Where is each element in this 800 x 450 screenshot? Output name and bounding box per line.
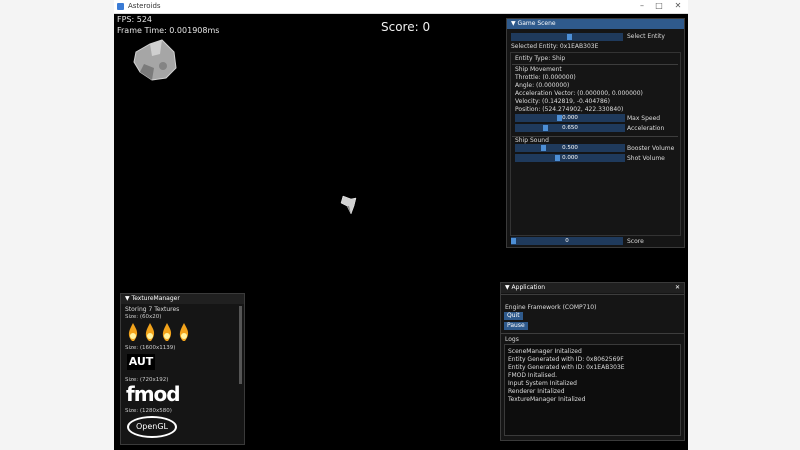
log-line: Entity Generated with ID: 0x8062569F: [508, 356, 624, 363]
booster-volume-slider[interactable]: 0.500: [515, 144, 625, 152]
texture-manager-panel: ▼ TextureManager Storing 7 Textures Size…: [120, 293, 245, 445]
flame-texture: [128, 323, 189, 341]
max-speed-value: 0.000: [562, 115, 578, 121]
triangle-down-icon[interactable]: ▼: [125, 295, 130, 302]
velocity-text: Velocity: (0.142819, -0.404786): [515, 98, 610, 105]
game-scene-panel: ▼ Game Scene Select Entity Selected Enti…: [506, 18, 685, 248]
acceleration-label: Acceleration: [627, 125, 665, 132]
ship-sound-heading: Ship Sound: [515, 137, 549, 144]
application-title: Application: [511, 284, 546, 291]
texture-manager-header[interactable]: ▼ TextureManager: [121, 294, 244, 304]
game-viewport[interactable]: FPS: 524 Frame Time: 0.001908ms Score: 0…: [114, 14, 688, 450]
app-icon: [117, 3, 124, 10]
divider: [501, 294, 684, 295]
acceleration-slider[interactable]: 0.650: [515, 124, 625, 132]
title-bar: Asteroids – □ ✕: [114, 0, 688, 14]
booster-volume-label: Booster Volume: [627, 145, 675, 152]
log-line: SceneManager Initalized: [508, 348, 582, 355]
log-line: Entity Generated with ID: 0x1EAB303E: [508, 364, 625, 371]
angle-text: Angle: (0.000000): [515, 82, 570, 89]
engine-framework-text: Engine Framework (COMP710): [505, 304, 597, 311]
game-scene-header[interactable]: ▼ Game Scene: [507, 19, 684, 29]
max-speed-slider[interactable]: 0.000: [515, 114, 625, 122]
application-panel: ▼ Application ✕ Engine Framework (COMP71…: [500, 282, 685, 441]
storing-textures-text: Storing 7 Textures: [125, 306, 180, 313]
entity-type-text: Entity Type: Ship: [515, 55, 566, 62]
aut-logo-texture: AUT: [127, 354, 155, 370]
log-line: FMOD Initalised.: [508, 372, 558, 379]
acceleration-value: 0.650: [562, 125, 578, 131]
score-label: Score: [627, 238, 644, 245]
scrollbar[interactable]: [239, 306, 242, 384]
texture-size-text: Size: (60x20): [125, 314, 162, 320]
close-icon[interactable]: ✕: [675, 283, 680, 293]
booster-volume-value: 0.500: [562, 145, 578, 151]
log-line: Renderer Initalized: [508, 388, 565, 395]
application-header[interactable]: ▼ Application ✕: [501, 283, 684, 293]
asteroid-sprite: [133, 39, 177, 81]
selected-entity-text: Selected Entity: 0x1EAB303E: [511, 43, 599, 50]
quit-button[interactable]: Quit: [504, 312, 523, 320]
texture-manager-title: TextureManager: [131, 295, 180, 302]
shot-volume-value: 0.000: [562, 155, 578, 161]
fmod-logo-texture: fmod: [126, 382, 181, 406]
pause-button[interactable]: Pause: [504, 322, 528, 330]
select-entity-slider[interactable]: [511, 33, 623, 41]
opengl-logo-texture: OpenGL: [127, 416, 177, 438]
shot-volume-label: Shot Volume: [627, 155, 665, 162]
game-scene-title: Game Scene: [517, 20, 556, 27]
score-display: Score: 0: [381, 20, 431, 34]
triangle-down-icon[interactable]: ▼: [505, 284, 510, 291]
maximize-button[interactable]: □: [651, 1, 667, 10]
minimize-button[interactable]: –: [634, 1, 650, 10]
score-slider[interactable]: 0: [511, 237, 623, 245]
ship-movement-heading: Ship Movement: [515, 66, 562, 73]
acceleration-vector-text: Acceleration Vector: (0.000000, 0.000000…: [515, 90, 643, 97]
logs-box[interactable]: SceneManager Initalized Entity Generated…: [504, 344, 681, 436]
ship-sprite: [340, 195, 357, 215]
position-text: Position: (524.274902, 422.330840): [515, 106, 624, 113]
texture-size-text: Size: (1600x1139): [125, 345, 176, 351]
game-window: Asteroids – □ ✕ FPS: 524 Frame Time: 0.0…: [114, 0, 688, 450]
window-title: Asteroids: [128, 2, 161, 10]
score-slider-value: 0: [565, 238, 569, 244]
divider: [501, 333, 684, 334]
triangle-down-icon[interactable]: ▼: [511, 20, 516, 27]
texture-size-text: Size: (1280x580): [125, 408, 172, 414]
max-speed-label: Max Speed: [627, 115, 661, 122]
divider: [512, 64, 678, 65]
log-line: Input System Initalized: [508, 380, 577, 387]
fps-readout: FPS: 524: [117, 15, 153, 24]
throttle-text: Throttle: (0.000000): [515, 74, 576, 81]
log-line: TextureManager Initalized: [508, 396, 586, 403]
shot-volume-slider[interactable]: 0.000: [515, 154, 625, 162]
select-entity-label: Select Entity: [627, 33, 665, 40]
close-window-button[interactable]: ✕: [670, 1, 686, 10]
slider-grab[interactable]: [567, 34, 572, 40]
frame-time-readout: Frame Time: 0.001908ms: [117, 26, 220, 35]
logs-label: Logs: [505, 336, 519, 343]
